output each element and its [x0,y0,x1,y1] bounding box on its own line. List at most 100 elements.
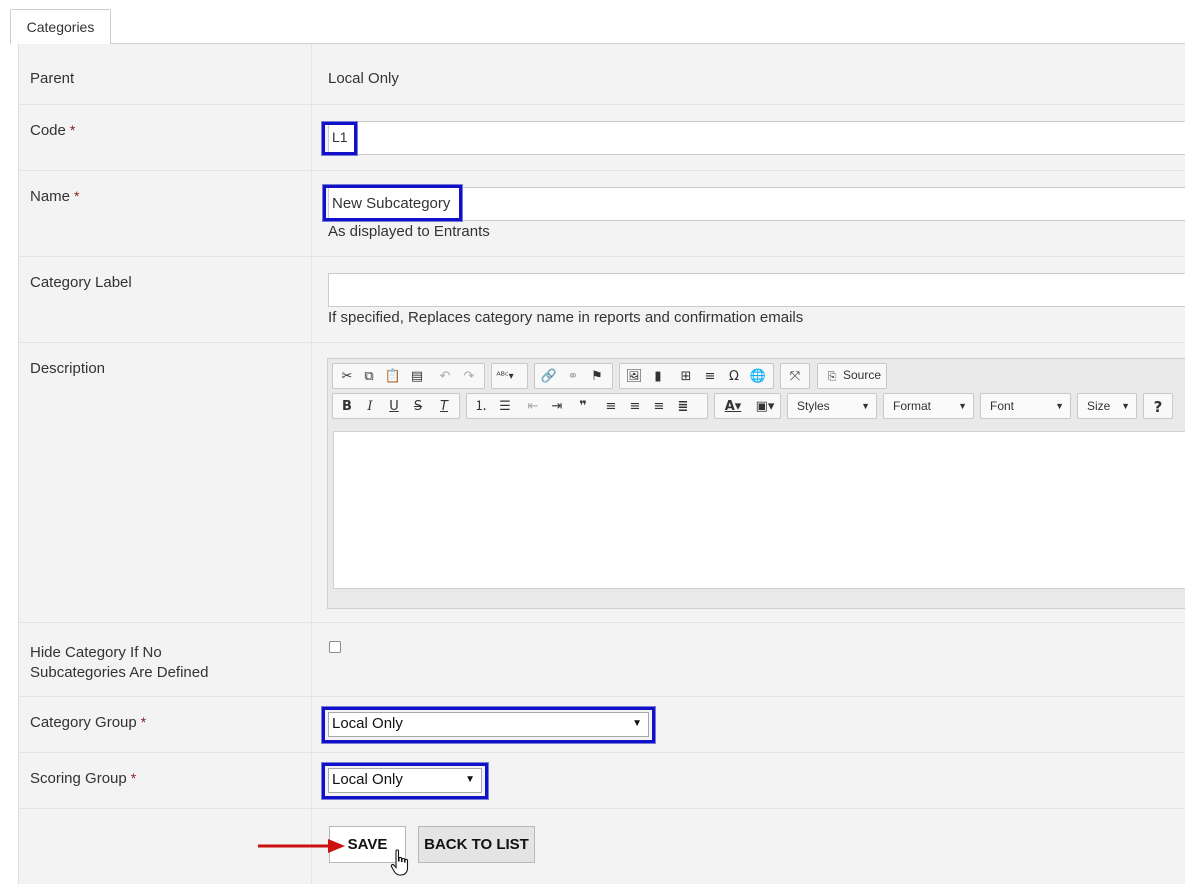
redo-icon[interactable]: ↷ [459,367,479,387]
paste-from-word-icon[interactable]: ▤ [407,367,427,387]
parent-value: Local Only [328,70,399,87]
hide-category-label-line2: Subcategories Are Defined [30,664,209,681]
code-row: Code * L1 [19,105,1185,171]
code-input[interactable]: L1 [328,121,1185,155]
name-label-cell: Name * [19,171,312,256]
styles-combo[interactable]: Styles ▼ [787,393,877,419]
align-left-icon[interactable]: ≡ [601,397,621,417]
category-form: Parent Local Only Code * L1 Name * New Sub… [18,44,1185,884]
format-combo-label: Format [893,399,932,413]
toolbar-maximize-group: ⤧ [780,363,810,389]
cut-icon[interactable]: ✂ [337,367,357,387]
scoring-group-select[interactable]: Local Only ▼ [328,768,482,793]
strikethrough-icon[interactable]: S [408,397,428,417]
iframe-globe-icon[interactable]: 🌐 [748,367,768,387]
parent-row: Parent Local Only [19,44,1185,105]
toolbar-clipboard-group: ✂ ⧉ 📋 ▤ ↶ ↷ [332,363,485,389]
scoring-group-select-value: Local Only [332,771,403,788]
align-justify-icon[interactable]: ≣ [673,397,693,417]
name-label: Name [30,188,71,205]
category-group-row: Category Group * Local Only ▼ [19,697,1185,753]
parent-label-cell: Parent [19,44,312,104]
indent-icon[interactable]: ⇥ [547,397,567,417]
chevron-down-icon: ▼ [632,718,642,729]
size-combo[interactable]: Size ▼ [1077,393,1137,419]
image-icon[interactable]: 🖼 [624,367,644,387]
actions-row [19,809,1185,884]
hide-category-label-cell: Hide Category If No Subcategories Are De… [19,623,312,696]
chevron-down-icon: ▼ [465,774,475,785]
horizontal-line-icon[interactable]: ≡ [700,367,720,387]
toolbar-link-group: 🔗 ⚭ ⚑ [534,363,613,389]
category-group-label: Category Group [30,714,137,731]
special-char-icon[interactable]: Ω [724,367,744,387]
align-right-icon[interactable]: ≡ [649,397,669,417]
scoring-group-label-cell: Scoring Group * [19,753,312,808]
underline-icon[interactable]: U [384,397,404,417]
help-button[interactable]: ? [1143,393,1173,419]
hide-category-checkbox[interactable] [329,641,341,653]
chevron-down-icon: ▼ [1055,401,1064,411]
bold-icon[interactable]: B [337,397,357,417]
remove-format-icon[interactable]: T [434,397,454,417]
align-center-icon[interactable]: ≡ [625,397,645,417]
hand-cursor-icon [390,849,409,876]
back-to-list-button[interactable]: BACK TO LIST [418,826,535,863]
numbered-list-icon[interactable]: ⒈ [471,397,491,417]
copy-icon[interactable]: ⧉ [359,367,379,387]
parent-label: Parent [30,70,75,87]
toolbar-paragraph-group: ⒈ ☰ ⇤ ⇥ ❞ ≡ ≡ ≡ ≣ [466,393,708,419]
category-group-select[interactable]: Local Only ▼ [328,712,649,737]
unlink-icon[interactable]: ⚭ [563,367,583,387]
help-icon: ? [1153,398,1163,416]
chevron-down-icon: ▼ [1121,401,1130,411]
scoring-group-row: Scoring Group * Local Only ▼ [19,753,1185,809]
category-label-label-cell: Category Label [19,257,312,342]
required-marker: * [74,188,80,204]
size-combo-label: Size [1087,399,1111,413]
required-marker: * [69,122,76,138]
table-icon[interactable]: ⊞ [676,367,696,387]
background-color-icon[interactable]: ▣▾ [751,397,779,417]
anchor-flag-icon[interactable]: ⚑ [587,367,607,387]
styles-combo-label: Styles [797,399,830,413]
font-combo[interactable]: Font ▼ [980,393,1071,419]
chevron-down-icon: ▼ [958,401,967,411]
toolbar-insert-group: 🖼 ▮ ⊞ ≡ Ω 🌐 [619,363,774,389]
paste-icon[interactable]: 📋 [383,367,403,387]
format-combo[interactable]: Format ▼ [883,393,974,419]
hide-category-label-line1: Hide Category If No [30,644,162,661]
rich-text-editor: ✂ ⧉ 📋 ▤ ↶ ↷ ᴬᴮᶜ▾ 🔗 ⚭ ⚑ 🖼 ▮ ⊞ ≡ Ω 🌐 ⤧ ⎘ S… [327,358,1185,609]
description-label-cell: Description [19,343,312,622]
source-label: Source [843,368,882,382]
toolbar-colors-group: A▾ ▣▾ [714,393,781,419]
bulleted-list-icon[interactable]: ☰ [495,397,515,417]
name-help-text: As displayed to Entrants [328,223,490,240]
maximize-icon[interactable]: ⤧ [785,367,805,387]
category-group-label-cell: Category Group * [19,697,312,752]
toolbar-basicstyles-group: B I U S T [332,393,460,419]
source-button[interactable]: ⎘ Source [817,363,887,389]
description-label: Description [30,360,106,377]
link-icon[interactable]: 🔗 [539,367,559,387]
tab-categories[interactable]: Categories [10,9,111,45]
code-label: Code [30,122,66,139]
category-label-label: Category Label [30,274,132,291]
text-color-icon[interactable]: A▾ [719,397,747,417]
editor-content-area[interactable] [333,431,1185,589]
category-label-help-text: If specified, Replaces category name in … [328,309,804,326]
required-marker: * [140,714,147,730]
blockquote-icon[interactable]: ❞ [573,397,593,417]
outdent-icon[interactable]: ⇤ [523,397,543,417]
category-label-row: Category Label If specified, Replaces ca… [19,257,1185,343]
code-label-cell: Code * [19,105,312,170]
category-label-input[interactable] [328,273,1185,307]
hide-category-row: Hide Category If No Subcategories Are De… [19,623,1185,697]
video-icon[interactable]: ▮ [648,367,668,387]
undo-icon[interactable]: ↶ [435,367,455,387]
spellcheck-icon[interactable]: ᴬᴮᶜ▾ [495,367,515,387]
font-combo-label: Font [990,399,1015,413]
required-marker: * [130,770,137,786]
chevron-down-icon: ▼ [861,401,870,411]
italic-icon[interactable]: I [360,397,380,417]
